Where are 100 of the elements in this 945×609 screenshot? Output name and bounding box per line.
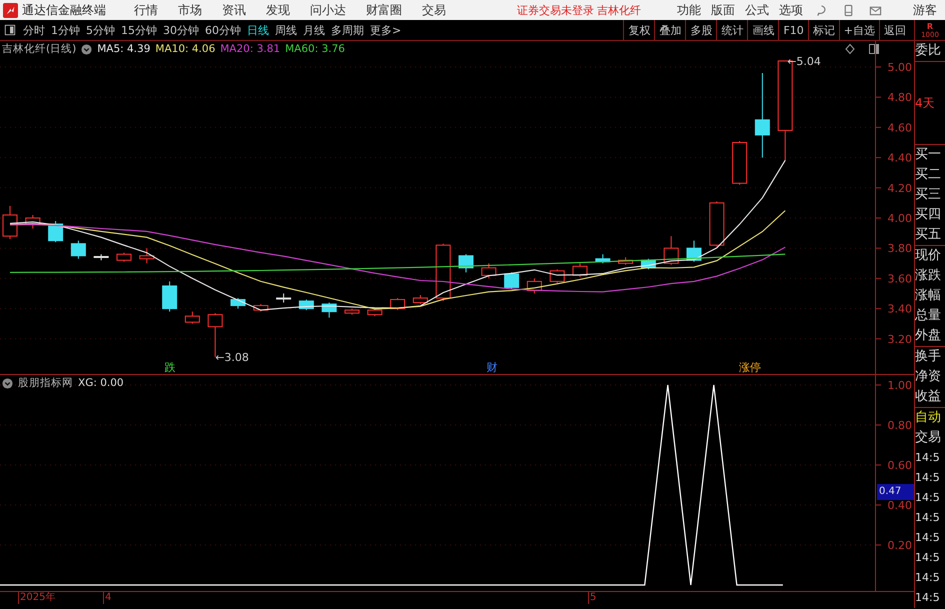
candlestick xyxy=(70,240,86,260)
candlestick xyxy=(595,254,610,264)
menu-item[interactable]: 资讯 xyxy=(212,2,256,18)
chevron-icon[interactable] xyxy=(2,378,13,388)
menu-item[interactable]: 功能 xyxy=(672,2,706,18)
axis-tick-label: 0.60 xyxy=(888,459,912,472)
corner-label: R xyxy=(926,22,934,30)
period-tab[interactable]: 30分钟 xyxy=(160,22,202,38)
menu-item[interactable]: 问小达 xyxy=(300,2,356,18)
chevron-icon[interactable] xyxy=(81,44,92,54)
trade-label: 交易 xyxy=(915,429,942,447)
period-tab[interactable]: 周线 xyxy=(272,22,300,38)
candlestick xyxy=(640,258,656,270)
signal-label: 财 xyxy=(486,361,498,374)
date-label: 2025年 xyxy=(18,592,56,604)
period-tab[interactable]: 月线 xyxy=(300,22,328,38)
days-label: 4天 xyxy=(915,94,935,112)
candlestick xyxy=(184,311,200,324)
candlestick xyxy=(230,298,246,310)
moving-average-label: MA60: 3.76 xyxy=(285,43,345,55)
trade-time: 14:5 xyxy=(915,450,941,466)
candlestick xyxy=(322,302,337,318)
period-tab[interactable]: 15分钟 xyxy=(118,22,160,38)
auto-label: 自动 xyxy=(915,409,942,427)
menu-item[interactable]: 行情 xyxy=(124,2,168,18)
candlestick xyxy=(253,304,268,312)
period-tab[interactable]: 更多> xyxy=(367,22,404,38)
phone-icon[interactable] xyxy=(842,4,855,16)
menu-item[interactable]: 选项 xyxy=(774,2,808,18)
candlestick xyxy=(48,220,64,243)
panel-toggle-icon[interactable] xyxy=(4,24,16,36)
candlestick xyxy=(390,298,406,311)
axis-tick-label: 4.60 xyxy=(888,121,912,134)
candlestick xyxy=(25,214,40,230)
menu-item[interactable]: 财富圈 xyxy=(356,2,412,18)
candlestick xyxy=(276,293,292,304)
quote-field-label: 外盘 xyxy=(915,327,942,345)
candlestick xyxy=(367,308,382,317)
candlestick xyxy=(664,236,679,266)
menu-item[interactable]: 市场 xyxy=(168,2,212,18)
candlestick xyxy=(572,262,588,278)
candlestick xyxy=(412,294,428,305)
trade-time: 14:5 xyxy=(915,470,941,486)
mail-icon[interactable] xyxy=(869,4,882,16)
period-tab[interactable]: 分时 xyxy=(20,22,48,38)
trade-time: 14:5 xyxy=(915,550,941,566)
chart-title: 吉林化纤(日线) xyxy=(2,42,76,56)
candlestick xyxy=(139,248,154,264)
candlestick xyxy=(504,272,520,290)
quote-field-label: 买五 xyxy=(915,226,942,244)
candlestick xyxy=(732,140,748,186)
axis-tick-label: 4.40 xyxy=(888,152,912,165)
candlestick xyxy=(550,268,565,284)
menu-item[interactable]: 版面 xyxy=(706,2,740,18)
low-price-label: ←3.08 xyxy=(215,350,249,364)
candlestick xyxy=(481,262,496,279)
moving-average-label: MA10: 4.06 xyxy=(155,43,216,55)
axis-tick-label: 0.20 xyxy=(888,539,912,552)
quote-field-label: 总量 xyxy=(915,307,942,325)
menu-item[interactable]: 交易 xyxy=(412,2,456,18)
axis-tick-label: 3.40 xyxy=(888,302,912,316)
signal-label: 跌 xyxy=(164,361,176,374)
quote-field-label: 涨幅 xyxy=(915,287,942,305)
indicator-value: XG: 0.00 xyxy=(78,377,124,389)
menu-item[interactable]: 公式 xyxy=(740,2,774,18)
cursor-value-label: 0.47 xyxy=(877,484,914,500)
quote-field-label: 买三 xyxy=(915,186,942,204)
period-tab[interactable]: 60分钟 xyxy=(202,22,244,38)
moving-average-label: MA20: 3.81 xyxy=(220,43,280,55)
quote-field-label: 收益 xyxy=(915,388,942,406)
period-tab[interactable]: 1分钟 xyxy=(48,22,83,38)
axis-tick-label: 1.00 xyxy=(888,379,912,392)
indicator-name: 股朋指标网 xyxy=(18,376,73,390)
date-label: 4 xyxy=(103,592,112,604)
quote-field-label: 换手 xyxy=(915,348,942,366)
quote-field-label: 涨跌 xyxy=(915,267,942,285)
signal-label: 涨停 xyxy=(739,361,761,374)
app-title: 通达信金融终端 xyxy=(22,2,106,18)
axis-tick-label: 5.00 xyxy=(888,61,912,74)
quote-field-label: 现价 xyxy=(915,247,942,265)
quote-header: 委比 xyxy=(915,42,942,60)
candlestick xyxy=(686,240,702,262)
login-status: 证券交易未登录 吉林化纤 xyxy=(516,2,642,18)
axis-tick-label: 3.20 xyxy=(888,332,912,346)
candlestick xyxy=(436,243,451,302)
axis-tick-label: 0.40 xyxy=(888,499,912,512)
axis-tick-label: 3.60 xyxy=(888,272,912,286)
diamond-icon[interactable] xyxy=(845,44,855,54)
period-tab[interactable]: 多周期 xyxy=(328,22,367,38)
candlestick xyxy=(709,200,724,248)
menu-item[interactable]: 发现 xyxy=(256,2,300,18)
candlestick xyxy=(298,299,314,311)
axis-tick-label: 4.80 xyxy=(888,91,912,104)
axis-tick-label: 0.80 xyxy=(888,419,912,432)
axis-tick-label: 4.20 xyxy=(888,182,912,195)
period-tab[interactable]: 日线 xyxy=(244,22,272,38)
axis-tick-label: 3.80 xyxy=(888,242,912,256)
user-button[interactable]: 游客 xyxy=(903,2,945,18)
period-tab[interactable]: 5分钟 xyxy=(83,22,118,38)
candlestick xyxy=(526,278,542,294)
